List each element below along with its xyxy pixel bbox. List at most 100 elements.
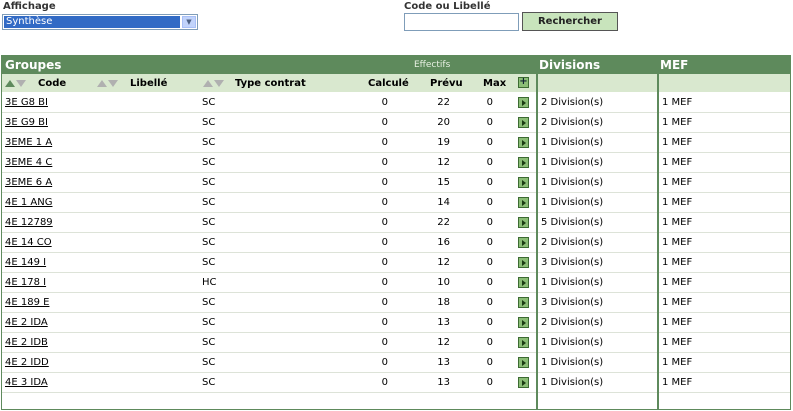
group-code-link[interactable]: 3E G9 BI xyxy=(5,117,48,128)
column-header-row: Code Libellé Type contrat Calculé Prévu … xyxy=(2,74,790,92)
group-calcule: 0 xyxy=(381,137,388,148)
group-max: 0 xyxy=(486,277,493,288)
group-code-link[interactable]: 4E 2 IDB xyxy=(5,337,48,348)
group-mef: 1 MEF xyxy=(662,377,693,388)
group-code-link[interactable]: 3E G8 BI xyxy=(5,97,48,108)
group-divisions: 3 Division(s) xyxy=(541,297,604,308)
group-code-link[interactable]: 4E 3 IDA xyxy=(5,377,48,388)
arrow-right-icon[interactable] xyxy=(518,137,529,148)
affichage-select[interactable]: Synthèse ▼ xyxy=(2,14,198,30)
group-calcule: 0 xyxy=(381,317,388,328)
group-code-link[interactable]: 4E 2 IDD xyxy=(5,357,49,368)
group-mef: 1 MEF xyxy=(662,277,693,288)
column-code[interactable]: Code xyxy=(38,78,66,89)
group-prevu: 13 xyxy=(437,377,450,388)
arrow-right-icon[interactable] xyxy=(518,217,529,228)
arrow-right-icon[interactable] xyxy=(518,377,529,388)
group-code-link[interactable]: 3EME 4 C xyxy=(5,157,52,168)
group-max: 0 xyxy=(486,337,493,348)
group-calcule: 0 xyxy=(381,197,388,208)
arrow-right-icon[interactable] xyxy=(518,297,529,308)
arrow-right-icon[interactable] xyxy=(518,197,529,208)
effectifs-heading: Effectifs xyxy=(414,60,451,70)
group-calcule: 0 xyxy=(381,237,388,248)
group-code-link[interactable]: 4E 2 IDA xyxy=(5,317,48,328)
arrow-right-icon[interactable] xyxy=(518,337,529,348)
group-code-link[interactable]: 3EME 6 A xyxy=(5,177,52,188)
group-max: 0 xyxy=(486,257,493,268)
groupes-heading: Groupes xyxy=(5,58,62,72)
arrow-right-icon[interactable] xyxy=(518,317,529,328)
divisions-heading: Divisions xyxy=(539,58,601,72)
type-sort-controls xyxy=(203,80,224,87)
column-libelle[interactable]: Libellé xyxy=(130,78,167,89)
group-type-contrat: SC xyxy=(202,197,216,208)
sort-asc-icon[interactable] xyxy=(5,80,15,87)
group-code-link[interactable]: 4E 1 ANG xyxy=(5,197,52,208)
group-max: 0 xyxy=(486,97,493,108)
group-mef: 1 MEF xyxy=(662,197,693,208)
arrow-right-icon[interactable] xyxy=(518,357,529,368)
group-mef: 1 MEF xyxy=(662,237,693,248)
group-divisions: 1 Division(s) xyxy=(541,197,604,208)
table-row: 3EME 6 A SC 0 15 0 1 Division(s) 1 MEF xyxy=(2,173,790,193)
group-type-contrat: HC xyxy=(202,277,217,288)
affichage-selected-value: Synthèse xyxy=(4,16,180,28)
table-row: 3EME 4 C SC 0 12 0 1 Division(s) 1 MEF xyxy=(2,153,790,173)
sort-desc-icon[interactable] xyxy=(214,80,224,87)
search-input[interactable] xyxy=(404,13,519,31)
group-code-link[interactable]: 4E 12789 xyxy=(5,217,53,228)
group-code-link[interactable]: 4E 189 E xyxy=(5,297,49,308)
group-type-contrat: SC xyxy=(202,297,216,308)
group-prevu: 12 xyxy=(437,257,450,268)
group-max: 0 xyxy=(486,317,493,328)
group-prevu: 22 xyxy=(437,217,450,228)
group-divisions: 2 Division(s) xyxy=(541,317,604,328)
arrow-right-icon[interactable] xyxy=(518,97,529,108)
group-type-contrat: SC xyxy=(202,177,216,188)
group-prevu: 10 xyxy=(437,277,450,288)
table-row: 4E 14 CO SC 0 16 0 2 Division(s) 1 MEF xyxy=(2,233,790,253)
arrow-right-icon[interactable] xyxy=(518,257,529,268)
add-icon[interactable]: + xyxy=(518,77,529,88)
table-row: 4E 189 E SC 0 18 0 3 Division(s) 1 MEF xyxy=(2,293,790,313)
column-type-contrat[interactable]: Type contrat xyxy=(235,78,306,89)
group-calcule: 0 xyxy=(381,357,388,368)
group-divisions: 1 Division(s) xyxy=(541,137,604,148)
arrow-right-icon[interactable] xyxy=(518,177,529,188)
table-row: 3E G8 BI SC 0 22 0 2 Division(s) 1 MEF xyxy=(2,93,790,113)
chevron-down-icon[interactable]: ▼ xyxy=(182,16,196,28)
arrow-right-icon[interactable] xyxy=(518,117,529,128)
table-row: 4E 149 I SC 0 12 0 3 Division(s) 1 MEF xyxy=(2,253,790,273)
sort-asc-icon[interactable] xyxy=(97,80,107,87)
group-prevu: 15 xyxy=(437,177,450,188)
group-code-link[interactable]: 4E 14 CO xyxy=(5,237,52,248)
arrow-right-icon[interactable] xyxy=(518,277,529,288)
sort-desc-icon[interactable] xyxy=(16,80,26,87)
group-code-link[interactable]: 4E 149 I xyxy=(5,257,46,268)
column-calcule: Calculé xyxy=(368,78,409,89)
group-calcule: 0 xyxy=(381,117,388,128)
group-prevu: 18 xyxy=(437,297,450,308)
column-max: Max xyxy=(483,78,507,89)
group-divisions: 3 Division(s) xyxy=(541,257,604,268)
group-max: 0 xyxy=(486,157,493,168)
search-button[interactable]: Rechercher xyxy=(522,12,618,31)
group-prevu: 19 xyxy=(437,137,450,148)
sort-asc-icon[interactable] xyxy=(203,80,213,87)
group-code-link[interactable]: 4E 178 I xyxy=(5,277,46,288)
table-row: 4E 178 I HC 0 10 0 1 Division(s) 1 MEF xyxy=(2,273,790,293)
group-type-contrat: SC xyxy=(202,117,216,128)
libelle-sort-controls xyxy=(97,80,118,87)
group-prevu: 16 xyxy=(437,237,450,248)
group-prevu: 22 xyxy=(437,97,450,108)
group-calcule: 0 xyxy=(381,217,388,228)
group-divisions: 2 Division(s) xyxy=(541,117,604,128)
group-code-link[interactable]: 3EME 1 A xyxy=(5,137,52,148)
table-row: 3E G9 BI SC 0 20 0 2 Division(s) 1 MEF xyxy=(2,113,790,133)
arrow-right-icon[interactable] xyxy=(518,157,529,168)
arrow-right-icon[interactable] xyxy=(518,237,529,248)
sort-desc-icon[interactable] xyxy=(108,80,118,87)
group-calcule: 0 xyxy=(381,277,388,288)
group-prevu: 13 xyxy=(437,357,450,368)
